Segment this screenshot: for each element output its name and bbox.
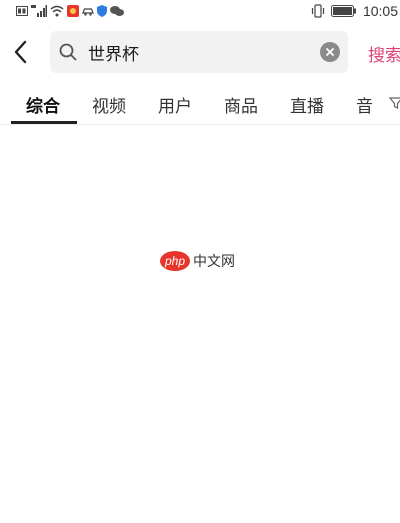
result-tabs: 综合 视频 用户 商品 直播 音	[0, 86, 400, 125]
chevron-left-icon	[14, 40, 27, 64]
php-logo-text: php	[164, 254, 186, 268]
tab-comprehensive[interactable]: 综合	[26, 92, 60, 117]
status-bar: 10:05	[0, 0, 400, 22]
clear-search-button[interactable]	[320, 42, 340, 62]
tab-music[interactable]: 音	[356, 92, 373, 117]
car-icon	[82, 8, 94, 16]
clear-icon	[326, 48, 334, 56]
search-header: 搜索	[0, 28, 400, 76]
status-time: 10:05	[362, 3, 398, 19]
hd-icon	[16, 6, 28, 16]
status-icons-right: 10:05	[311, 3, 398, 19]
tab-video[interactable]: 视频	[92, 92, 126, 117]
search-input[interactable]	[88, 39, 318, 65]
security-shield-icon	[97, 5, 107, 17]
app-notification-icon	[67, 5, 79, 17]
battery-icon	[330, 5, 356, 17]
search-button[interactable]: 搜索	[368, 41, 400, 66]
watermark: php 中文网	[160, 251, 235, 271]
active-tab-indicator	[11, 121, 77, 124]
wifi-icon	[50, 5, 64, 17]
search-icon	[59, 43, 77, 61]
back-button[interactable]	[8, 38, 32, 66]
results-content: php 中文网	[0, 125, 400, 523]
wechat-icon	[110, 6, 124, 16]
tab-products[interactable]: 商品	[224, 92, 258, 117]
php-logo: php	[160, 251, 190, 271]
search-box[interactable]	[50, 31, 348, 73]
vibrate-icon	[311, 4, 325, 18]
tab-live[interactable]: 直播	[290, 92, 324, 117]
signal-4g-icon	[31, 5, 47, 17]
status-icons-left	[16, 4, 124, 18]
tab-users[interactable]: 用户	[158, 92, 192, 117]
watermark-text: 中文网	[193, 254, 235, 270]
filter-icon[interactable]	[389, 96, 400, 110]
